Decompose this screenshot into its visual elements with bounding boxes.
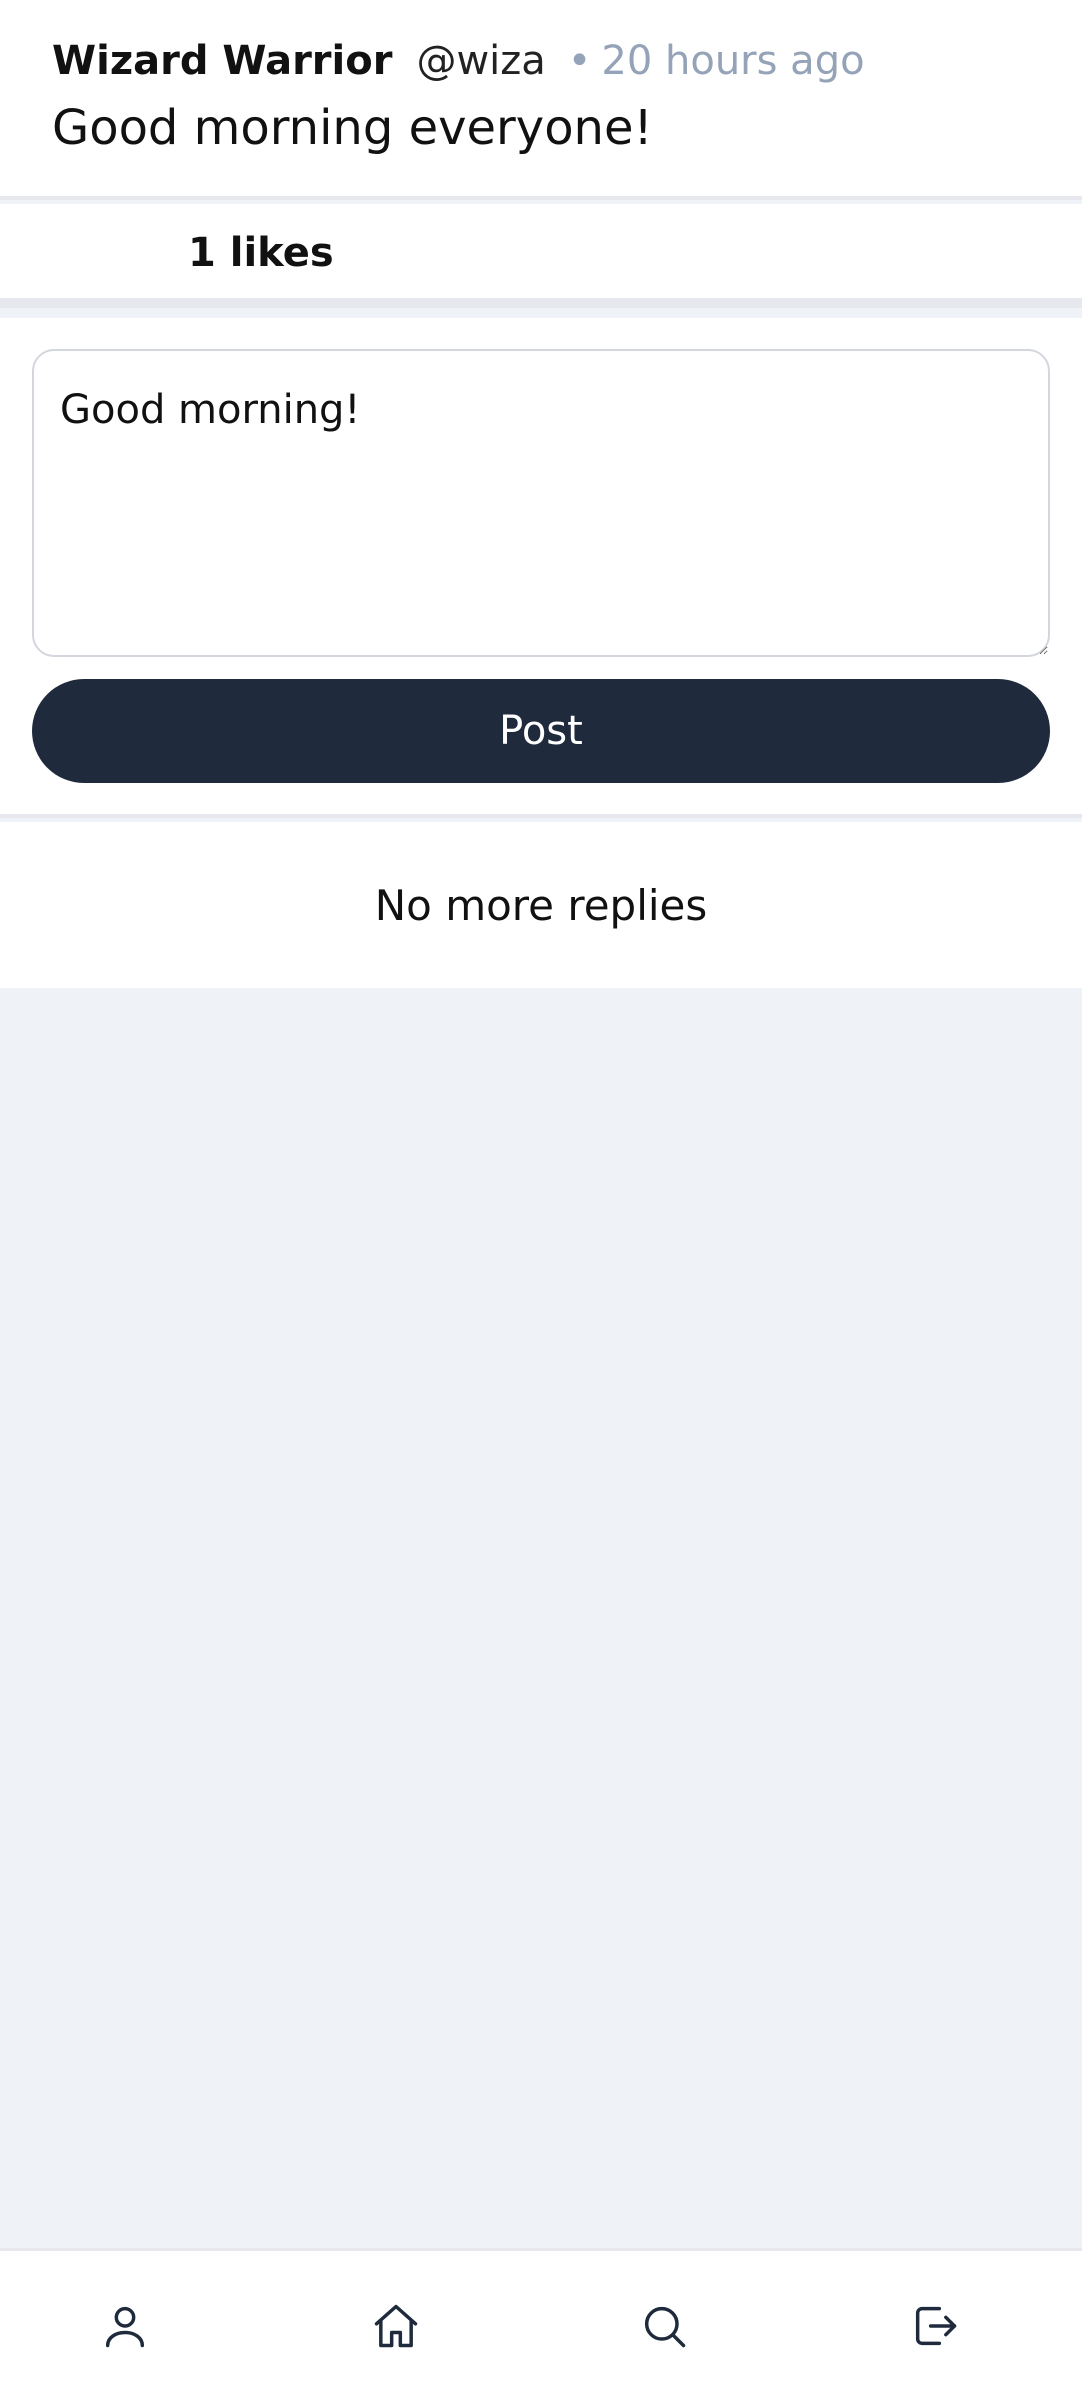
post-button[interactable]: Post bbox=[32, 679, 1050, 783]
meta-separator: • bbox=[567, 38, 592, 84]
post-meta: Wizard Warrior @wiza • 20 hours ago bbox=[52, 38, 865, 84]
home-icon bbox=[374, 2304, 418, 2348]
logout-icon bbox=[915, 2306, 957, 2346]
replies-end-notice: No more replies bbox=[0, 822, 1082, 988]
author-name[interactable]: Wizard Warrior bbox=[52, 38, 392, 84]
nav-profile[interactable] bbox=[90, 2291, 160, 2361]
author-handle[interactable]: @wiza bbox=[416, 38, 545, 84]
search-icon bbox=[644, 2306, 686, 2348]
post-body: Good morning everyone! bbox=[52, 100, 653, 156]
nav-home[interactable] bbox=[361, 2291, 431, 2361]
no-more-replies-text: No more replies bbox=[374, 880, 708, 930]
user-icon bbox=[105, 2306, 145, 2348]
nav-search[interactable] bbox=[629, 2291, 699, 2361]
bottom-nav bbox=[0, 2248, 1082, 2402]
post-detail-page: Wizard Warrior @wiza • 20 hours ago Good… bbox=[0, 0, 1082, 2402]
likes-row: 1 likes bbox=[0, 204, 1082, 308]
likes-count[interactable]: 1 likes bbox=[188, 230, 334, 276]
nav-logout[interactable] bbox=[900, 2291, 970, 2361]
reply-input[interactable] bbox=[32, 349, 1050, 657]
reply-composer: Post bbox=[0, 318, 1082, 818]
post-card: Wizard Warrior @wiza • 20 hours ago Good… bbox=[0, 0, 1082, 200]
post-timestamp: 20 hours ago bbox=[601, 38, 865, 84]
